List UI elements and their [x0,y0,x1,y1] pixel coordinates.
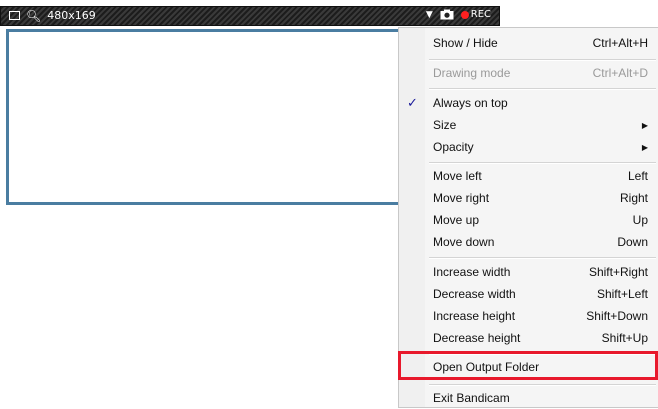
rec-label: REC [470,9,491,20]
menu-item-shortcut: Shift+Right [588,265,648,279]
menu-item-increase-width[interactable]: Increase width Shift+Right [425,261,658,283]
menu-item-shortcut: Shift+Left [596,287,648,301]
menu-item-label: Decrease width [433,287,516,301]
menu-separator [429,162,656,164]
menu-item-label: Move right [433,191,490,205]
menu-item-label: Move left [433,169,482,183]
menu-item-shortcut: Ctrl+Alt+D [592,66,648,80]
menu-item-shortcut: Right [619,191,648,205]
search-icon[interactable]: 🔍︎ [26,10,41,22]
menu-item-shortcut: Ctrl+Alt+H [592,36,648,50]
menu-item-shortcut: Left [627,169,648,183]
menu-item-shortcut: Up [632,213,648,227]
menu-separator [429,59,656,61]
capture-size-label: 480x169 [47,9,96,22]
capture-area-frame[interactable] [6,29,416,205]
menu-item-label: Drawing mode [433,66,511,80]
menu-separator [429,384,656,386]
menu-item-move-up[interactable]: Move up Up [425,209,658,231]
menu-separator [429,257,656,259]
menu-item-label: Increase width [433,265,511,279]
camera-icon[interactable] [440,9,454,20]
toolbar-left-group: 🔍︎ 480x169 [9,9,96,22]
menu-item-label: Opacity [433,140,474,154]
dropdown-arrow-icon[interactable]: ▼ [426,10,433,20]
menu-item-label: Decrease height [433,331,521,345]
menu-item-label: Increase height [433,309,516,323]
menu-item-label: Move down [433,235,495,249]
menu-item-shortcut: Down [617,235,648,249]
capture-toolbar[interactable]: 🔍︎ 480x169 ▼ REC [0,6,500,26]
menu-item-label: Show / Hide [433,36,498,50]
menu-item-shortcut: Shift+Down [586,309,648,323]
submenu-arrow-icon: ▶ [641,142,648,152]
menu-item-always-on-top[interactable]: ✓ Always on top [407,92,658,114]
window-icon[interactable] [9,11,20,20]
menu-item-label: Always on top [433,96,508,110]
menu-item-show-hide[interactable]: Show / Hide Ctrl+Alt+H [425,32,658,54]
menu-item-decrease-height[interactable]: Decrease height Shift+Up [425,327,658,349]
menu-item-move-down[interactable]: Move down Down [425,231,658,253]
toolbar-right-group: ▼ REC [426,9,491,20]
menu-item-label: Move up [433,213,480,227]
highlight-box [398,351,658,380]
menu-item-size[interactable]: Size ▶ [425,114,658,136]
menu-item-increase-height[interactable]: Increase height Shift+Down [425,305,658,327]
menu-item-decrease-width[interactable]: Decrease width Shift+Left [425,283,658,305]
checkmark-icon: ✓ [407,95,418,110]
menu-item-move-left[interactable]: Move left Left [425,165,658,187]
menu-item-drawing-mode: Drawing mode Ctrl+Alt+D [425,62,658,84]
menu-item-move-right[interactable]: Move right Right [425,187,658,209]
menu-item-exit[interactable]: Exit Bandicam [425,387,658,409]
menu-item-label: Exit Bandicam [433,391,510,405]
record-dot-icon [460,10,469,19]
menu-item-label: Size [433,118,457,132]
menu-item-opacity[interactable]: Opacity ▶ [425,136,658,158]
submenu-arrow-icon: ▶ [641,120,648,130]
menu-separator [429,88,656,90]
menu-item-shortcut: Shift+Up [601,331,648,345]
rec-button[interactable]: REC [460,9,491,20]
